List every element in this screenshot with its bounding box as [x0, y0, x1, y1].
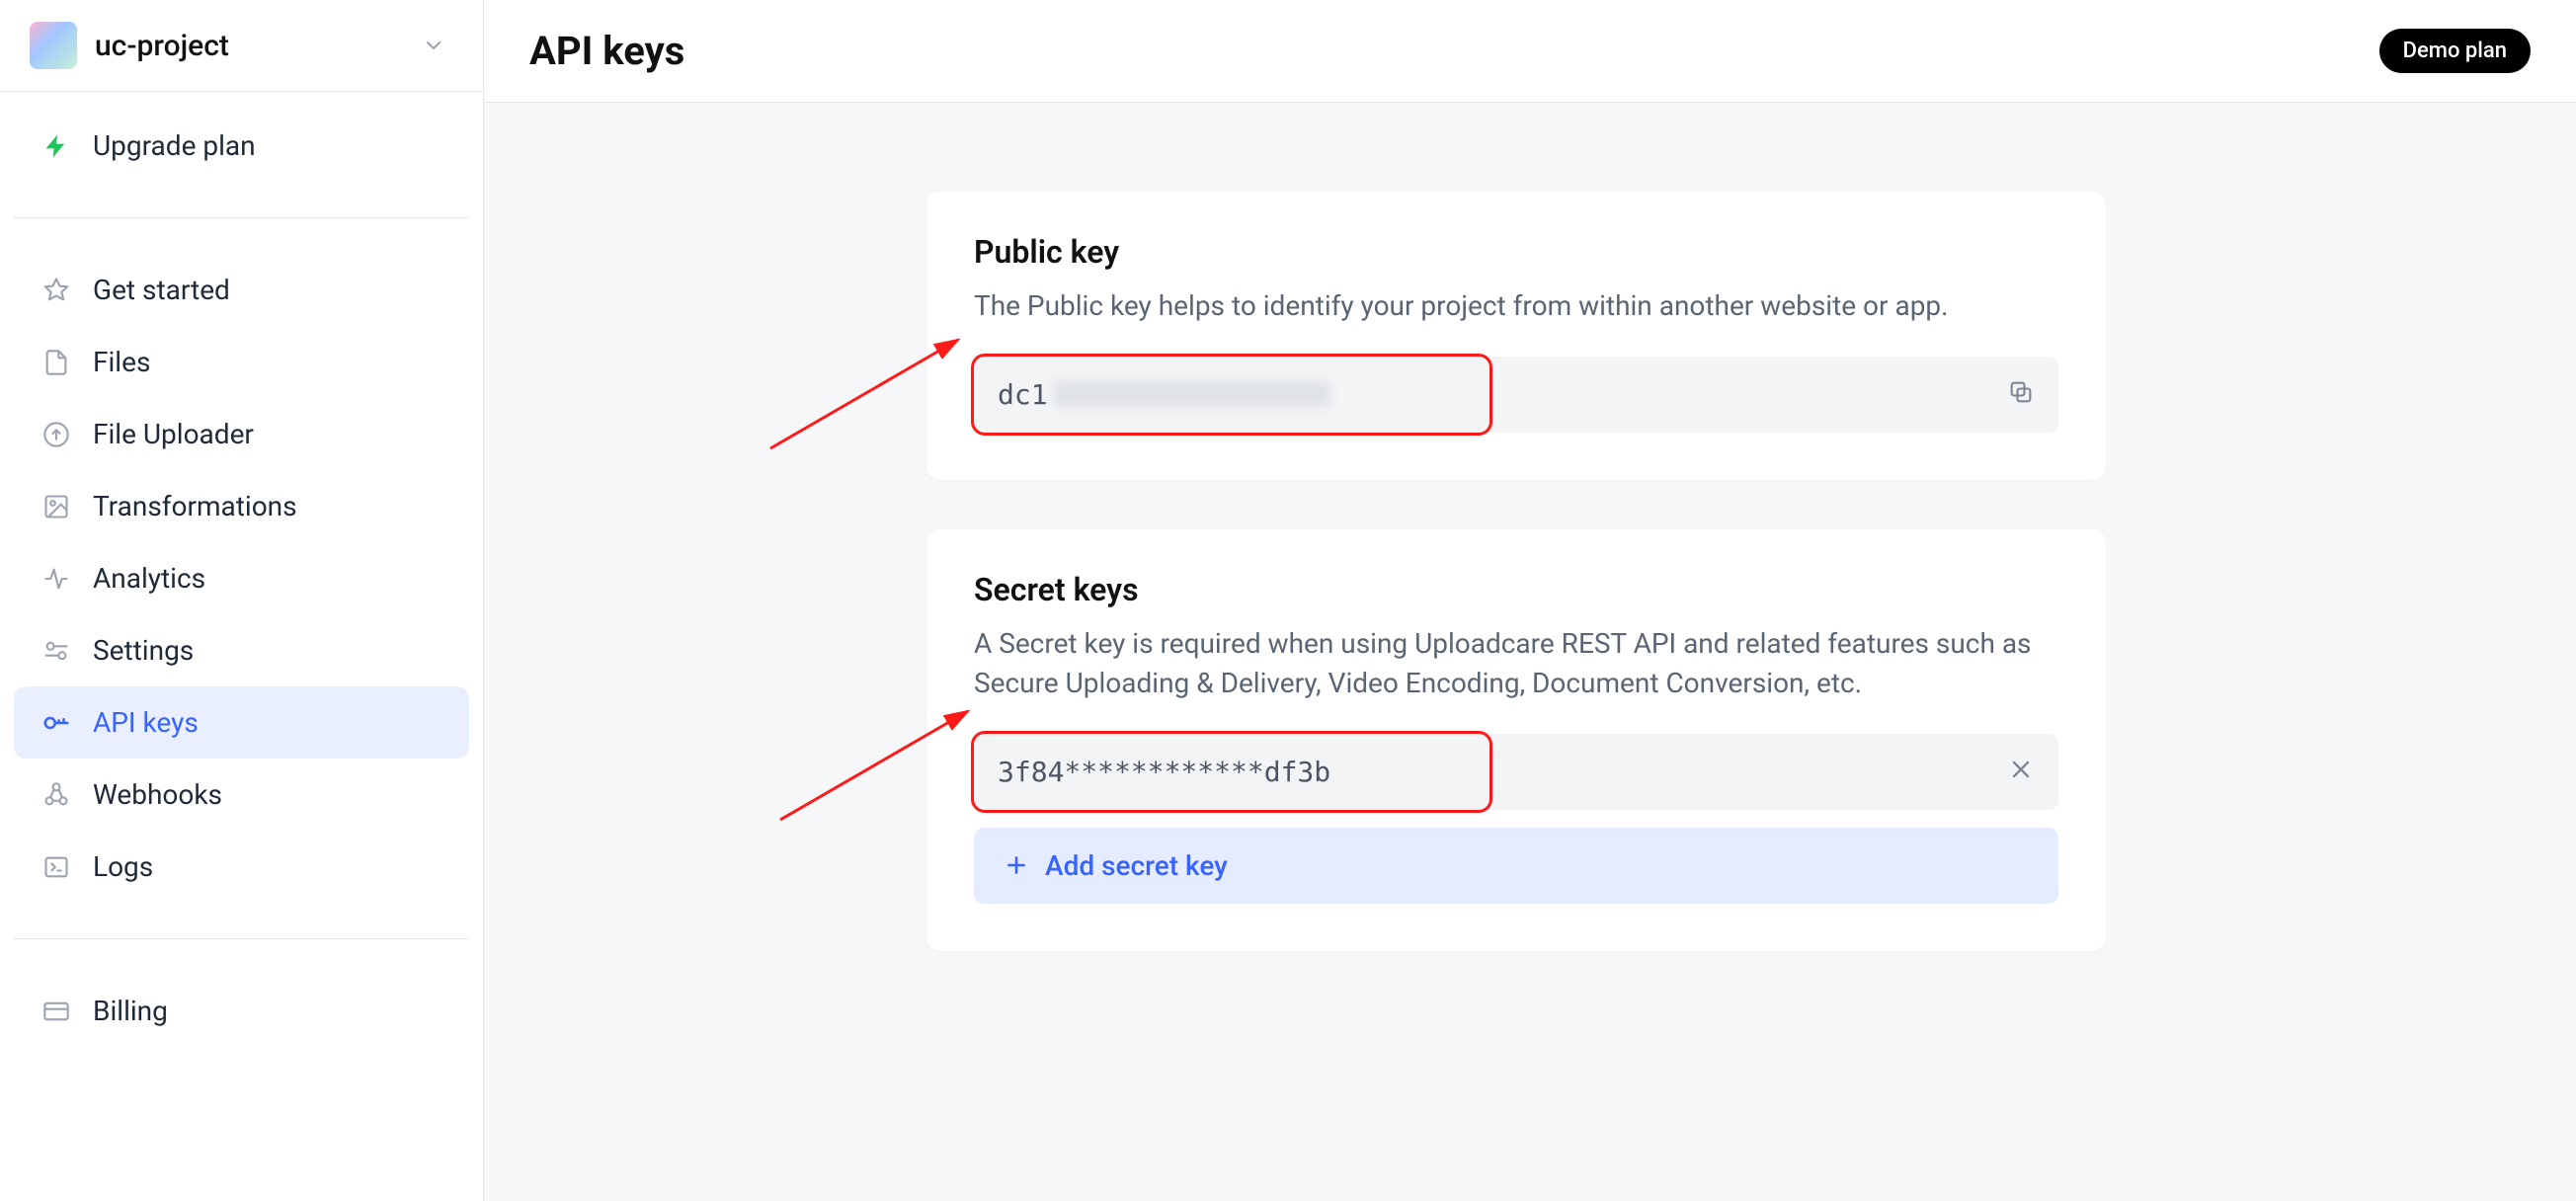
add-secret-key-button[interactable]: Add secret key — [974, 828, 2058, 904]
topbar: API keys Demo plan — [484, 0, 2576, 103]
sidebar-item-analytics[interactable]: Analytics — [14, 542, 469, 614]
copy-icon — [2007, 378, 2035, 410]
sidebar-item-webhooks[interactable]: Webhooks — [14, 759, 469, 831]
sidebar-item-get-started[interactable]: Get started — [14, 254, 469, 326]
plan-badge[interactable]: Demo plan — [2379, 29, 2531, 73]
nav-label: Settings — [93, 634, 194, 667]
public-key-description: The Public key helps to identify your pr… — [974, 286, 2058, 327]
secret-key-row: 3f84************df3b — [974, 734, 2058, 810]
sidebar-item-file-uploader[interactable]: File Uploader — [14, 398, 469, 470]
bolt-icon — [41, 131, 71, 161]
secret-key-value[interactable]: 3f84************df3b — [998, 756, 1330, 788]
public-key-row: dc1 — [974, 357, 2058, 433]
sliders-icon — [41, 636, 71, 666]
star-icon — [41, 276, 71, 305]
plus-icon — [1004, 852, 1029, 878]
credit-card-icon — [41, 997, 71, 1026]
nav-label: Upgrade plan — [93, 129, 256, 162]
copy-public-key-button[interactable] — [2007, 378, 2035, 410]
add-secret-key-label: Add secret key — [1045, 849, 1228, 882]
project-switcher[interactable]: uc-project — [0, 0, 483, 91]
nav-label: File Uploader — [93, 418, 254, 450]
chevron-down-icon — [422, 34, 445, 57]
upload-icon — [41, 420, 71, 449]
sidebar-item-logs[interactable]: Logs — [14, 831, 469, 903]
public-key-value[interactable]: dc1 — [998, 378, 1048, 411]
main-area: API keys Demo plan Public key The Public… — [484, 0, 2576, 1201]
nav-label: Webhooks — [93, 778, 222, 811]
sidebar-item-upgrade[interactable]: Upgrade plan — [14, 110, 469, 182]
terminal-icon — [41, 852, 71, 882]
content-scroll: Public key The Public key helps to ident… — [484, 103, 2576, 1201]
close-icon — [2007, 756, 2035, 787]
sidebar: uc-project Upgrade plan Get started — [0, 0, 484, 1201]
image-icon — [41, 492, 71, 521]
public-key-redacted — [1054, 381, 1330, 407]
sidebar-item-settings[interactable]: Settings — [14, 614, 469, 686]
page-title: API keys — [529, 28, 684, 74]
sidebar-item-billing[interactable]: Billing — [14, 975, 469, 1047]
nav-label: Files — [93, 346, 150, 378]
delete-secret-key-button[interactable] — [2007, 756, 2035, 787]
nav-label: API keys — [93, 706, 199, 739]
public-key-card: Public key The Public key helps to ident… — [926, 192, 2106, 480]
project-name: uc-project — [95, 29, 229, 63]
document-icon — [41, 348, 71, 377]
sidebar-item-transformations[interactable]: Transformations — [14, 470, 469, 542]
webhook-icon — [41, 780, 71, 810]
nav-label: Logs — [93, 850, 153, 883]
sidebar-item-api-keys[interactable]: API keys — [14, 686, 469, 759]
secret-keys-title: Secret keys — [974, 571, 2058, 608]
secret-keys-description: A Secret key is required when using Uplo… — [974, 624, 2058, 704]
public-key-title: Public key — [974, 233, 2058, 271]
project-avatar — [30, 22, 77, 69]
secret-keys-card: Secret keys A Secret key is required whe… — [926, 529, 2106, 951]
nav-label: Billing — [93, 995, 168, 1027]
activity-icon — [41, 564, 71, 594]
key-icon — [41, 708, 71, 738]
sidebar-item-files[interactable]: Files — [14, 326, 469, 398]
nav-label: Analytics — [93, 562, 205, 595]
nav-label: Transformations — [93, 490, 297, 522]
nav-label: Get started — [93, 274, 230, 306]
